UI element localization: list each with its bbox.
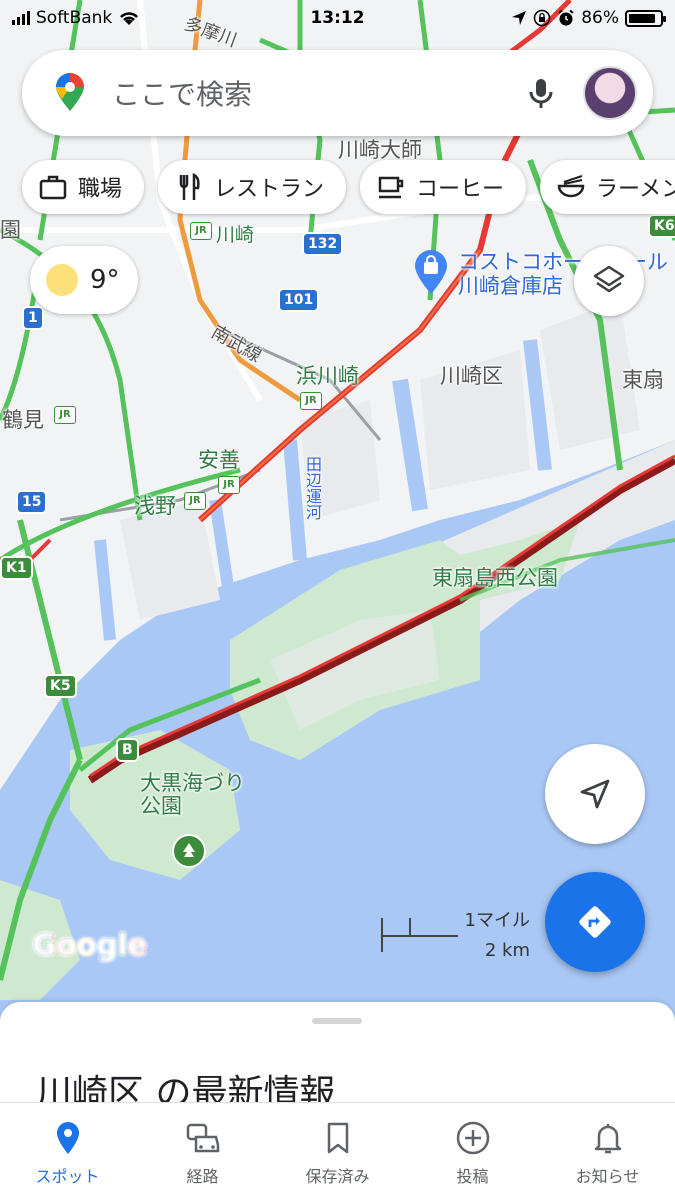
car-icon <box>186 1123 219 1153</box>
route-shield-b[interactable]: B <box>116 738 139 762</box>
search-bar[interactable]: ここで検索 <box>22 50 653 136</box>
map-label-daikoku-park[interactable]: 大黒海づり公園 <box>140 771 250 818</box>
map-scale: 1マイル 2 km <box>380 904 530 964</box>
jr-station-icon[interactable]: JR <box>184 492 206 510</box>
ramen-icon <box>557 175 585 198</box>
map-label-tanabe-canal: 田辺運河 <box>303 456 322 520</box>
map-label-anzen[interactable]: 安善 <box>198 444 240 474</box>
battery-icon <box>625 9 666 27</box>
bottom-sheet[interactable]: 川崎区 の最新情報 <box>0 1002 675 1114</box>
scale-metric: 2 km <box>484 940 530 961</box>
nav-label: 経路 <box>186 1167 219 1186</box>
costco-shopping-marker-icon[interactable] <box>412 250 450 296</box>
jr-station-icon[interactable]: JR <box>218 476 240 494</box>
route-shield-101[interactable]: 101 <box>278 288 320 312</box>
chip-label: 職場 <box>78 177 123 202</box>
nav-contribute[interactable]: 投稿 <box>405 1103 540 1200</box>
orientation-lock-icon <box>533 9 551 27</box>
navigation-arrow-icon <box>580 779 610 809</box>
layers-icon <box>593 265 625 293</box>
sheet-drag-handle[interactable] <box>312 1018 362 1024</box>
map-label-hama-kawasaki[interactable]: 浜川崎 <box>296 360 359 390</box>
bell-icon <box>594 1124 621 1154</box>
route-shield-k6[interactable]: K6 <box>648 214 675 238</box>
google-logo-text: Google <box>32 928 147 963</box>
nav-label: スポット <box>35 1167 100 1186</box>
directions-icon <box>579 906 611 938</box>
map-label-tsurumi[interactable]: 鶴見 <box>2 404 44 434</box>
microphone-icon[interactable] <box>521 73 561 113</box>
nav-commute[interactable]: 経路 <box>135 1103 270 1200</box>
category-chips: 職場 レストラン コーヒー ラーメン <box>22 160 675 214</box>
nav-explore[interactable]: スポット <box>0 1103 135 1200</box>
jr-station-icon[interactable]: JR <box>54 406 76 424</box>
chip-work[interactable]: 職場 <box>22 160 145 214</box>
map-label-en: 園 <box>0 218 21 242</box>
location-arrow-icon <box>512 11 527 25</box>
nav-saved[interactable]: 保存済み <box>270 1103 405 1200</box>
chip-label: コーヒー <box>416 177 505 202</box>
scale-imperial: 1マイル <box>464 910 530 931</box>
route-shield-132[interactable]: 132 <box>302 232 344 256</box>
jr-station-icon[interactable]: JR <box>300 392 322 410</box>
weather-temperature: 9° <box>90 265 120 295</box>
nav-label: 保存済み <box>305 1167 370 1186</box>
status-bar: SoftBank 13:12 86% <box>0 0 675 38</box>
map-label-asano[interactable]: 浅野 <box>134 490 176 520</box>
alarm-icon <box>558 9 574 26</box>
chip-coffee[interactable]: コーヒー <box>360 160 527 214</box>
google-maps-logo-icon <box>56 73 84 111</box>
bookmark-icon <box>327 1122 348 1154</box>
user-avatar[interactable] <box>583 66 637 120</box>
explore-pin-icon <box>56 1122 79 1154</box>
nav-updates[interactable]: お知らせ <box>540 1103 675 1200</box>
map-label-higashi-ogi[interactable]: 東扇 <box>622 364 664 394</box>
sun-icon <box>46 264 78 296</box>
google-logo: Google <box>32 928 147 963</box>
route-shield-k1[interactable]: K1 <box>0 556 33 580</box>
search-input[interactable]: ここで検索 <box>112 73 521 113</box>
restaurant-icon <box>179 172 200 200</box>
nav-label: 投稿 <box>456 1167 489 1186</box>
chip-label: ラーメン <box>596 177 675 202</box>
layers-button[interactable] <box>574 246 644 316</box>
map-label-ogishima-park[interactable]: 東扇島西公園 <box>432 562 558 592</box>
route-shield-15[interactable]: 15 <box>16 490 48 514</box>
chip-ramen[interactable]: ラーメン <box>540 160 675 214</box>
route-shield-1[interactable]: 1 <box>22 306 44 330</box>
map-label-kawasaki-ku[interactable]: 川崎区 <box>440 360 503 390</box>
route-shield-k5[interactable]: K5 <box>44 674 77 698</box>
coffee-icon <box>378 176 404 199</box>
chip-label: レストラン <box>214 177 325 202</box>
map-label-kawasaki-station[interactable]: 川崎 <box>216 220 254 247</box>
bottom-navigation: スポット 経路 保存済み 投稿 お知らせ <box>0 1102 675 1200</box>
nav-label: お知らせ <box>575 1167 640 1186</box>
chip-restaurant[interactable]: レストラン <box>158 160 347 214</box>
briefcase-icon <box>39 175 67 200</box>
my-location-button[interactable] <box>545 744 645 844</box>
jr-station-icon[interactable]: JR <box>190 222 212 240</box>
add-circle-icon <box>456 1121 489 1155</box>
directions-button[interactable] <box>545 872 645 972</box>
battery-percent: 86% <box>581 8 619 28</box>
weather-chip[interactable]: 9° <box>30 246 138 314</box>
park-marker-icon[interactable] <box>172 834 206 868</box>
